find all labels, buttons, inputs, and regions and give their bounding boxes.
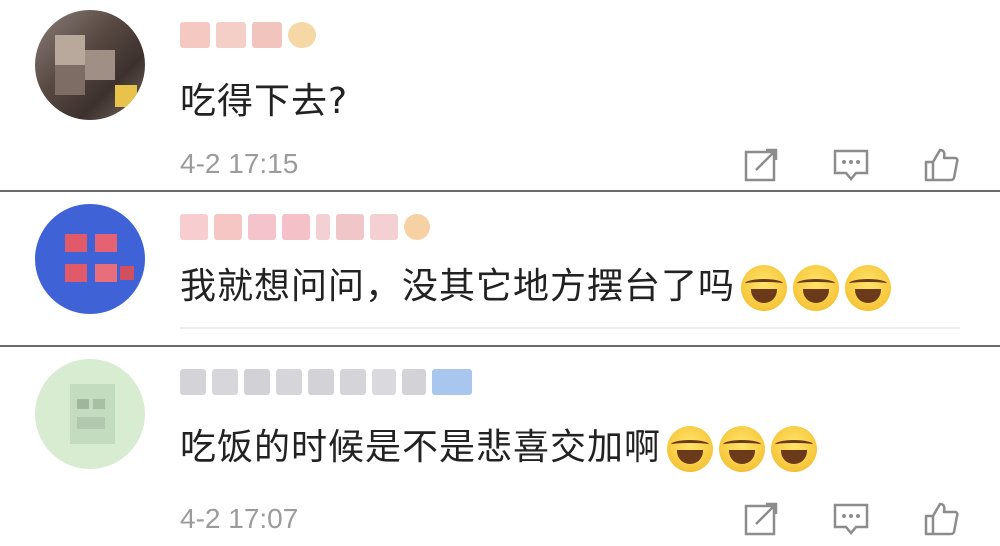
comment-item: 吃饭的时候是不是悲喜交加啊 4-2 17:07 [0,347,1000,546]
laughing-tears-emoji [719,426,766,472]
comment-time: 4-2 17:15 [180,148,299,179]
comment-text: 吃得下去? [180,81,349,122]
share-icon[interactable] [742,500,780,538]
comment-item: 我就想问问，没其它地方摆台了吗 [0,192,1000,345]
faint-separator [180,327,960,329]
comment-actions [742,146,960,184]
laughing-tears-emoji [845,265,892,311]
comment-item: 吃得下去? 4-2 17:15 [0,0,1000,190]
username-blurred[interactable] [180,365,472,399]
share-icon[interactable] [742,146,780,184]
comment-time: 4-2 17:07 [180,503,299,534]
thumbs-up-icon[interactable] [922,500,960,538]
comment-text: 吃饭的时候是不是悲喜交加啊 [180,425,818,472]
avatar[interactable] [35,10,145,120]
avatar[interactable] [35,359,145,469]
laughing-tears-emoji [667,426,714,472]
comment-icon[interactable] [832,500,870,538]
username-blurred[interactable] [180,18,316,52]
laughing-tears-emoji [771,426,818,472]
laughing-tears-emoji [793,265,840,311]
comment-text: 我就想问问，没其它地方摆台了吗 [180,264,892,311]
comment-icon[interactable] [832,146,870,184]
avatar[interactable] [35,204,145,314]
username-blurred[interactable] [180,210,430,244]
comment-actions [742,500,960,538]
laughing-tears-emoji [741,265,788,311]
thumbs-up-icon[interactable] [922,146,960,184]
